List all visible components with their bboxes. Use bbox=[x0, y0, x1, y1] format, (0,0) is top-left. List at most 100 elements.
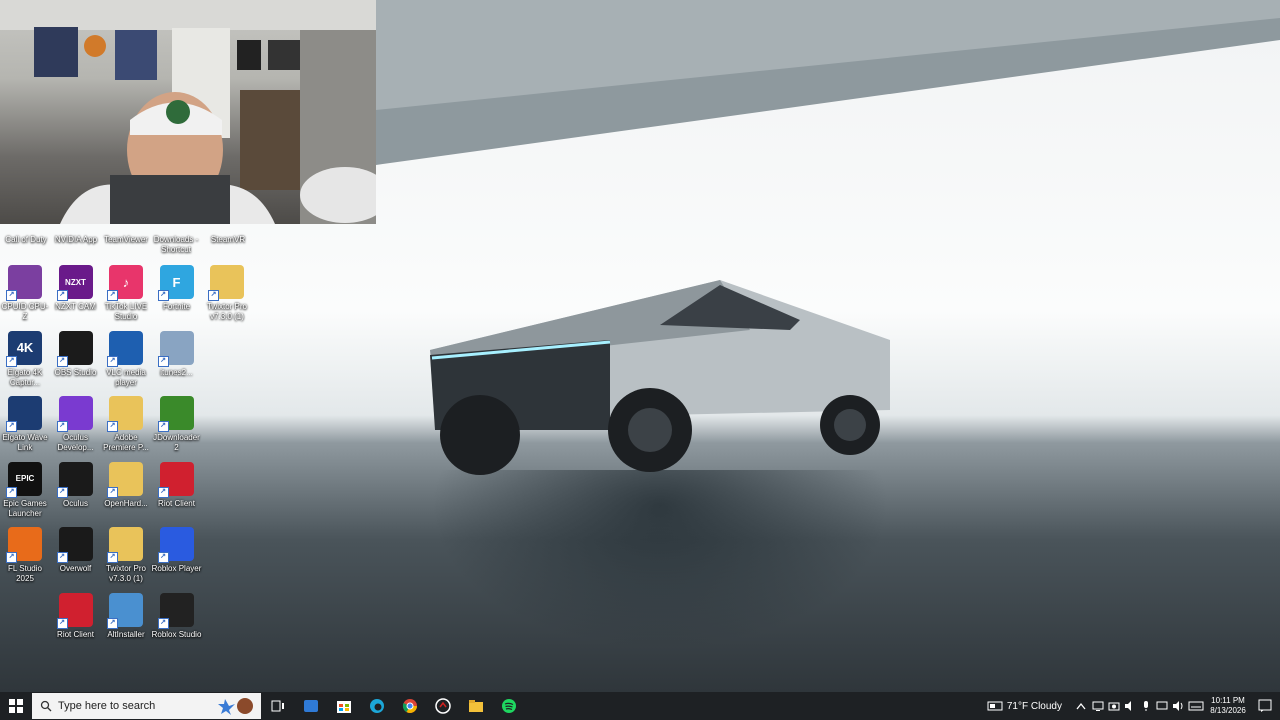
desktop-icon-cpuid-cpu-z[interactable]: ↗ CPUID CPU-Z bbox=[0, 265, 50, 322]
display-icon[interactable] bbox=[1156, 700, 1168, 712]
icon-label: Roblox Player bbox=[151, 564, 202, 573]
icon-label: AltInstaller bbox=[107, 629, 145, 639]
shortcut-arrow-icon: ↗ bbox=[56, 486, 68, 498]
desktop-icon-oculus[interactable]: ↗ Oculus bbox=[51, 461, 101, 509]
icon-label: Epic Games Launcher bbox=[3, 498, 47, 518]
shortcut-arrow-icon: ↗ bbox=[107, 486, 118, 498]
itunes-icon: ↗ bbox=[157, 330, 194, 367]
task-view-button[interactable] bbox=[261, 692, 294, 720]
taskbar-app-outlook[interactable] bbox=[294, 692, 327, 720]
shortcut-arrow-icon: ↗ bbox=[157, 290, 169, 301]
clock[interactable]: 10:11 PM 8/13/2026 bbox=[1204, 696, 1252, 716]
desktop-icon-epic-games-launcher[interactable]: EPIC ↗ Epic Games Launcher bbox=[0, 461, 50, 519]
taskbar-app-store[interactable] bbox=[327, 692, 360, 720]
desktop-icon-twixtor-pro-v7-3-0-1[interactable]: ↗ Twixtor Pro v7.3.0 (1) bbox=[202, 265, 252, 322]
nzxt-cam-icon: NZXT ↗ bbox=[56, 265, 93, 301]
desktop-icon-call-of-duty[interactable]: Call of Duty bbox=[1, 232, 51, 245]
icon-label: Elgato 4K Captur... bbox=[7, 367, 43, 387]
desktop-icon-oculus-develop[interactable]: ↗ Oculus Develop... bbox=[51, 396, 101, 453]
riot-icon: ↗ bbox=[157, 461, 194, 498]
search-icon bbox=[40, 700, 52, 712]
notifications-icon[interactable] bbox=[1258, 699, 1272, 713]
shortcut-arrow-icon: ↗ bbox=[107, 290, 118, 301]
chevron-up-icon[interactable] bbox=[1076, 702, 1086, 710]
taskbar-search-box[interactable]: Type here to search bbox=[32, 693, 261, 719]
desktop-icon-nvidia-app[interactable]: NVIDIA App bbox=[51, 232, 101, 245]
shortcut-arrow-icon: ↗ bbox=[6, 421, 17, 432]
epic-games-icon: EPIC ↗ bbox=[6, 461, 42, 498]
microphone-icon[interactable] bbox=[1140, 700, 1152, 712]
shortcut-arrow-icon: ↗ bbox=[107, 617, 118, 629]
camera-icon[interactable] bbox=[1108, 700, 1120, 712]
icon-label: JDownloader 2 bbox=[153, 433, 200, 452]
desktop-icon-teamviewer[interactable]: TeamViewer bbox=[101, 232, 151, 245]
icon-label: Downloads - Shortcut bbox=[153, 235, 199, 254]
shortcut-arrow-icon: ↗ bbox=[157, 486, 169, 498]
tiktok-icon: ♪ ↗ bbox=[107, 265, 143, 301]
installer-icon: ↗ bbox=[107, 592, 143, 629]
desktop-icon-tiktok-live-studio[interactable]: ♪ ↗ TikTok LIVE Studio bbox=[101, 265, 151, 322]
desktop-icon-fortnite[interactable]: F ↗ Fortnite bbox=[152, 265, 202, 312]
desktop-icon-elgato-4k-captur[interactable]: 4K ↗ Elgato 4K Captur... bbox=[0, 330, 50, 388]
desktop-icon-jdownloader-2[interactable]: ↗ JDownloader 2 bbox=[152, 396, 202, 453]
weather-icon bbox=[987, 701, 1003, 711]
icon-label: Oculus Develop... bbox=[57, 433, 94, 452]
desktop-icon-fl-studio-2025[interactable]: ↗ FL Studio 2025 bbox=[0, 527, 50, 584]
search-placeholder: Type here to search bbox=[58, 700, 156, 712]
fortnite-icon: F ↗ bbox=[157, 265, 194, 301]
system-tray: 71°F Cloudy 10:11 PM 8/13/2026 bbox=[987, 692, 1280, 720]
start-button[interactable] bbox=[0, 692, 32, 720]
taskbar-app-spotify[interactable] bbox=[492, 692, 525, 720]
icon-glyph: 4K bbox=[16, 340, 34, 355]
desktop-icon-obs-studio[interactable]: ↗ OBS Studio bbox=[51, 330, 101, 378]
oculus-icon: ↗ bbox=[56, 461, 93, 498]
taskbar-app-file-explorer[interactable] bbox=[459, 692, 492, 720]
wave-link-icon: ↗ bbox=[6, 396, 42, 432]
shortcut-arrow-icon: ↗ bbox=[56, 421, 68, 432]
overwolf-icon: ↗ bbox=[56, 527, 93, 563]
icon-label: NZXT CAM bbox=[55, 302, 96, 311]
desktop-icon-nzxt-cam[interactable]: NZXT ↗ NZXT CAM bbox=[51, 265, 101, 312]
shortcut-arrow-icon: ↗ bbox=[6, 290, 17, 301]
icon-label: OBS Studio bbox=[54, 367, 97, 377]
speaker-icon[interactable] bbox=[1124, 700, 1136, 712]
taskbar-app-recorder[interactable] bbox=[426, 692, 459, 720]
volume-icon[interactable] bbox=[1172, 700, 1184, 712]
shortcut-arrow-icon: ↗ bbox=[56, 355, 68, 367]
shortcut-arrow-icon: ↗ bbox=[6, 486, 17, 498]
taskbar-app-chrome[interactable] bbox=[393, 692, 426, 720]
riot-icon: ↗ bbox=[56, 592, 93, 629]
desktop-icon-roblox-studio[interactable]: ↗ Roblox Studio bbox=[152, 592, 202, 640]
desktop-icon-openhard[interactable]: ↗ OpenHard... bbox=[101, 461, 151, 509]
icon-label: Oculus bbox=[63, 498, 88, 508]
desktop-icon-vlc-media-player[interactable]: ↗ VLC media player bbox=[101, 330, 151, 388]
desktop-icon-itunes2[interactable]: ↗ itunes2... bbox=[152, 330, 202, 378]
weather-text[interactable]: 71°F Cloudy bbox=[1007, 701, 1062, 712]
desktop-icon-elgato-wave-link[interactable]: ↗ Elgato Wave Link bbox=[0, 396, 50, 453]
folder-icon: ↗ bbox=[107, 396, 143, 432]
icon-label: VLC media player bbox=[106, 367, 146, 387]
icon-label: Call of Duty bbox=[5, 235, 47, 244]
desktop-icon-altinstaller[interactable]: ↗ AltInstaller bbox=[101, 592, 151, 640]
keyboard-icon[interactable] bbox=[1188, 701, 1204, 711]
desktop-icon-twixtor-pro-v7-3-0-1[interactable]: ↗ Twixtor Pro v7.3.0 (1) bbox=[101, 527, 151, 584]
desktop-icon-steamvr[interactable]: SteamVR bbox=[203, 232, 253, 245]
desktop-icon-roblox-player[interactable]: ↗ Roblox Player bbox=[152, 527, 202, 574]
obs-icon: ↗ bbox=[56, 330, 93, 367]
icon-label: TikTok LIVE Studio bbox=[104, 302, 148, 321]
desktop-icon-downloads-shortcut[interactable]: Downloads - Shortcut bbox=[151, 232, 201, 255]
taskbar-app-edge[interactable] bbox=[360, 692, 393, 720]
windows-logo-icon bbox=[9, 699, 23, 713]
shortcut-arrow-icon: ↗ bbox=[157, 355, 169, 367]
cybertruck-image bbox=[430, 280, 890, 475]
roblox-player-icon: ↗ bbox=[157, 527, 194, 563]
shortcut-arrow-icon: ↗ bbox=[157, 617, 169, 629]
folder-icon: ↗ bbox=[107, 527, 143, 563]
shortcut-arrow-icon: ↗ bbox=[56, 617, 68, 629]
network-icon[interactable] bbox=[1092, 700, 1104, 712]
icon-glyph: F bbox=[172, 274, 181, 290]
desktop-icon-overwolf[interactable]: ↗ Overwolf bbox=[51, 527, 101, 574]
desktop-icon-adobe-premiere-p[interactable]: ↗ Adobe Premiere P... bbox=[101, 396, 151, 453]
desktop-icon-riot-client[interactable]: ↗ Riot Client bbox=[51, 592, 101, 640]
desktop-icon-riot-client[interactable]: ↗ Riot Client bbox=[152, 461, 202, 509]
